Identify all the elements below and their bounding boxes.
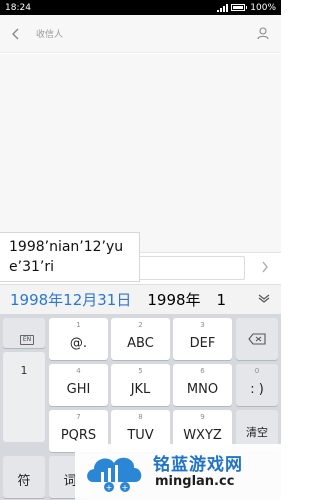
expand-candidates-button[interactable] xyxy=(253,288,275,312)
person-icon xyxy=(257,27,269,40)
watermark-domain: minglan.cc xyxy=(155,474,235,489)
battery-icon xyxy=(231,4,246,11)
message-input[interactable] xyxy=(130,256,245,280)
symbol-side-list[interactable]: 1 xyxy=(3,352,45,442)
language-badge: EN xyxy=(20,335,34,345)
back-button[interactable] xyxy=(0,15,32,53)
signal-icon xyxy=(217,3,229,12)
key-3[interactable]: 3 DEF xyxy=(173,318,232,360)
key-6[interactable]: 6 MNO xyxy=(173,364,232,406)
add-contact-button[interactable] xyxy=(245,15,281,53)
recipient-input[interactable]: 收信人 xyxy=(32,27,245,40)
candidate-item[interactable]: 1 xyxy=(217,291,227,309)
cloud-logo-icon: + + xyxy=(87,457,142,492)
chevron-left-icon xyxy=(12,28,19,39)
symbol-key[interactable]: 符 xyxy=(3,456,45,498)
site-watermark: + + 铭蓝游戏网 minglan.cc xyxy=(75,444,281,500)
key-0-emoticon[interactable]: 0 : ) xyxy=(236,364,278,406)
send-button[interactable] xyxy=(255,258,275,278)
candidate-item[interactable]: 1998年 xyxy=(147,289,200,310)
key-2[interactable]: 2 ABC xyxy=(111,318,170,360)
candidate-item[interactable]: 1998年12月31日 xyxy=(10,289,131,310)
key-5[interactable]: 5 JKL xyxy=(111,364,170,406)
key-1[interactable]: 1 @. xyxy=(49,318,108,360)
battery-level: 100% xyxy=(250,2,276,13)
watermark-name: 铭蓝游戏网 xyxy=(153,455,243,475)
side-list-item[interactable]: 1 xyxy=(3,364,45,377)
backspace-key[interactable] xyxy=(236,318,278,360)
status-time: 18:24 xyxy=(5,2,31,13)
svg-text:+: + xyxy=(106,483,113,492)
candidate-bar: 1998年12月31日 1998年 1 xyxy=(0,284,281,314)
chevron-down-icon xyxy=(258,294,270,303)
chevron-right-icon xyxy=(262,261,268,273)
backspace-icon xyxy=(248,333,266,345)
message-thread-area xyxy=(0,54,281,254)
key-4[interactable]: 4 GHI xyxy=(49,364,108,406)
status-bar: 18:24 100% xyxy=(0,0,281,15)
language-switch-key[interactable]: EN xyxy=(3,318,45,348)
pinyin-composition: 1998’nian’12’yue’31’ri xyxy=(0,232,140,282)
compose-header: 收信人 xyxy=(0,15,281,53)
svg-text:+: + xyxy=(122,483,129,492)
